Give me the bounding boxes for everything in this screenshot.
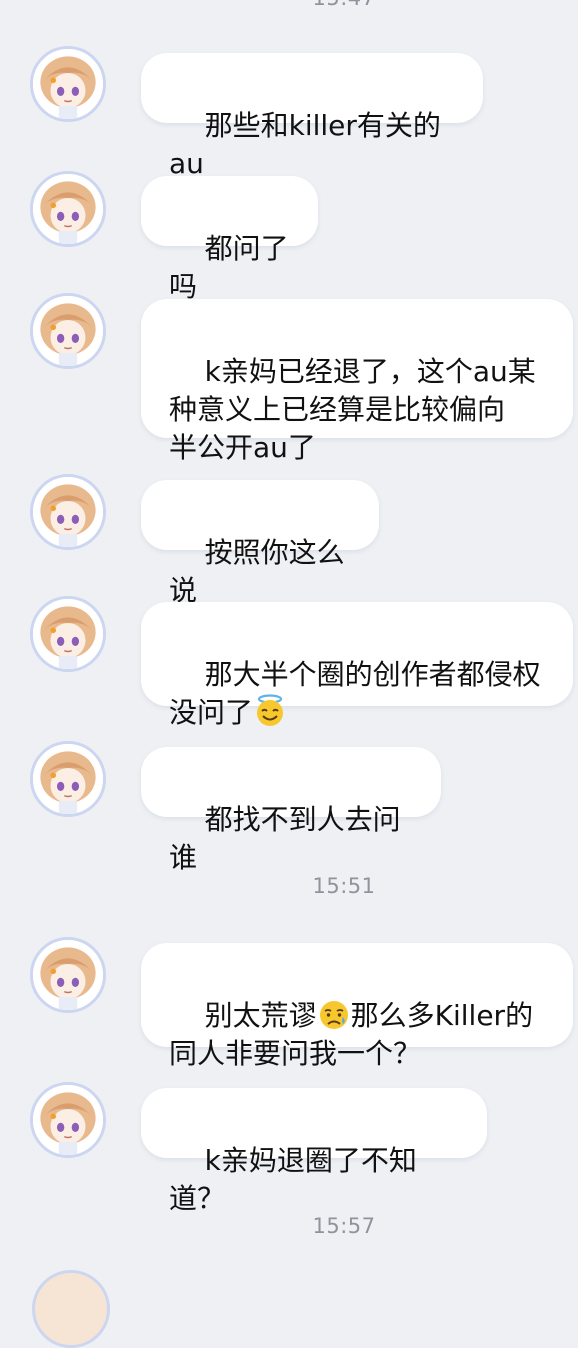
avatar[interactable] <box>30 293 106 369</box>
message-bubble[interactable]: 都找不到人去问谁 <box>141 747 441 874</box>
avatar[interactable] <box>30 1082 106 1158</box>
timestamp-bottom: 15:57 <box>312 1214 376 1238</box>
message-bubble[interactable]: 都问了吗 <box>141 176 318 303</box>
anime-avatar-icon <box>33 940 103 1010</box>
disappointed-relieved-face-icon <box>319 1001 348 1029</box>
message-bubble[interactable]: 那大半个圈的创作者都侵权 没问了 <box>141 602 573 729</box>
message-bubble[interactable]: 那些和killer有关的au <box>141 53 483 180</box>
avatar[interactable] <box>30 171 106 247</box>
message-text: 都问了吗 <box>169 232 289 303</box>
avatar[interactable] <box>30 741 106 817</box>
message-text: 那些和killer有关的au <box>169 109 441 180</box>
anime-avatar-icon <box>33 477 103 547</box>
message-text: 都找不到人去问谁 <box>169 803 401 874</box>
anime-avatar-icon <box>33 296 103 366</box>
timestamp-top: 15:47 <box>0 0 578 10</box>
message-bubble[interactable]: k亲妈已经退了，这个au某 种意义上已经算是比较偏向 半公开au了 <box>141 299 573 464</box>
chat-window: 15:47 那些和killer有关的au <box>0 0 578 1348</box>
avatar[interactable] <box>30 596 106 672</box>
message-bubble[interactable]: k亲妈退圈了不知道？ <box>141 1088 487 1215</box>
message-text: k亲妈退圈了不知道？ <box>169 1144 417 1215</box>
timestamp-middle: 15:51 <box>312 874 376 898</box>
message-text: 按照你这么说 <box>169 536 345 607</box>
anime-avatar-icon <box>33 744 103 814</box>
message-bubble[interactable]: 别太荒谬 那么多Killer的 同人非要问我一个？ <box>141 943 573 1070</box>
message-text: 那大半个圈的创作者都侵权 没问了 <box>169 658 541 729</box>
anime-avatar-icon <box>33 599 103 669</box>
smiling-face-with-halo-icon <box>257 694 284 726</box>
message-text: k亲妈已经退了，这个au某 种意义上已经算是比较偏向 半公开au了 <box>169 355 536 464</box>
avatar[interactable] <box>30 937 106 1013</box>
message-bubble[interactable]: 按照你这么说 <box>141 480 379 607</box>
avatar[interactable] <box>32 1270 110 1348</box>
anime-avatar-icon <box>33 49 103 119</box>
avatar[interactable] <box>30 46 106 122</box>
anime-avatar-icon <box>33 174 103 244</box>
avatar[interactable] <box>30 474 106 550</box>
anime-avatar-icon <box>33 1085 103 1155</box>
message-text-before: 别太荒谬 <box>204 999 317 1032</box>
